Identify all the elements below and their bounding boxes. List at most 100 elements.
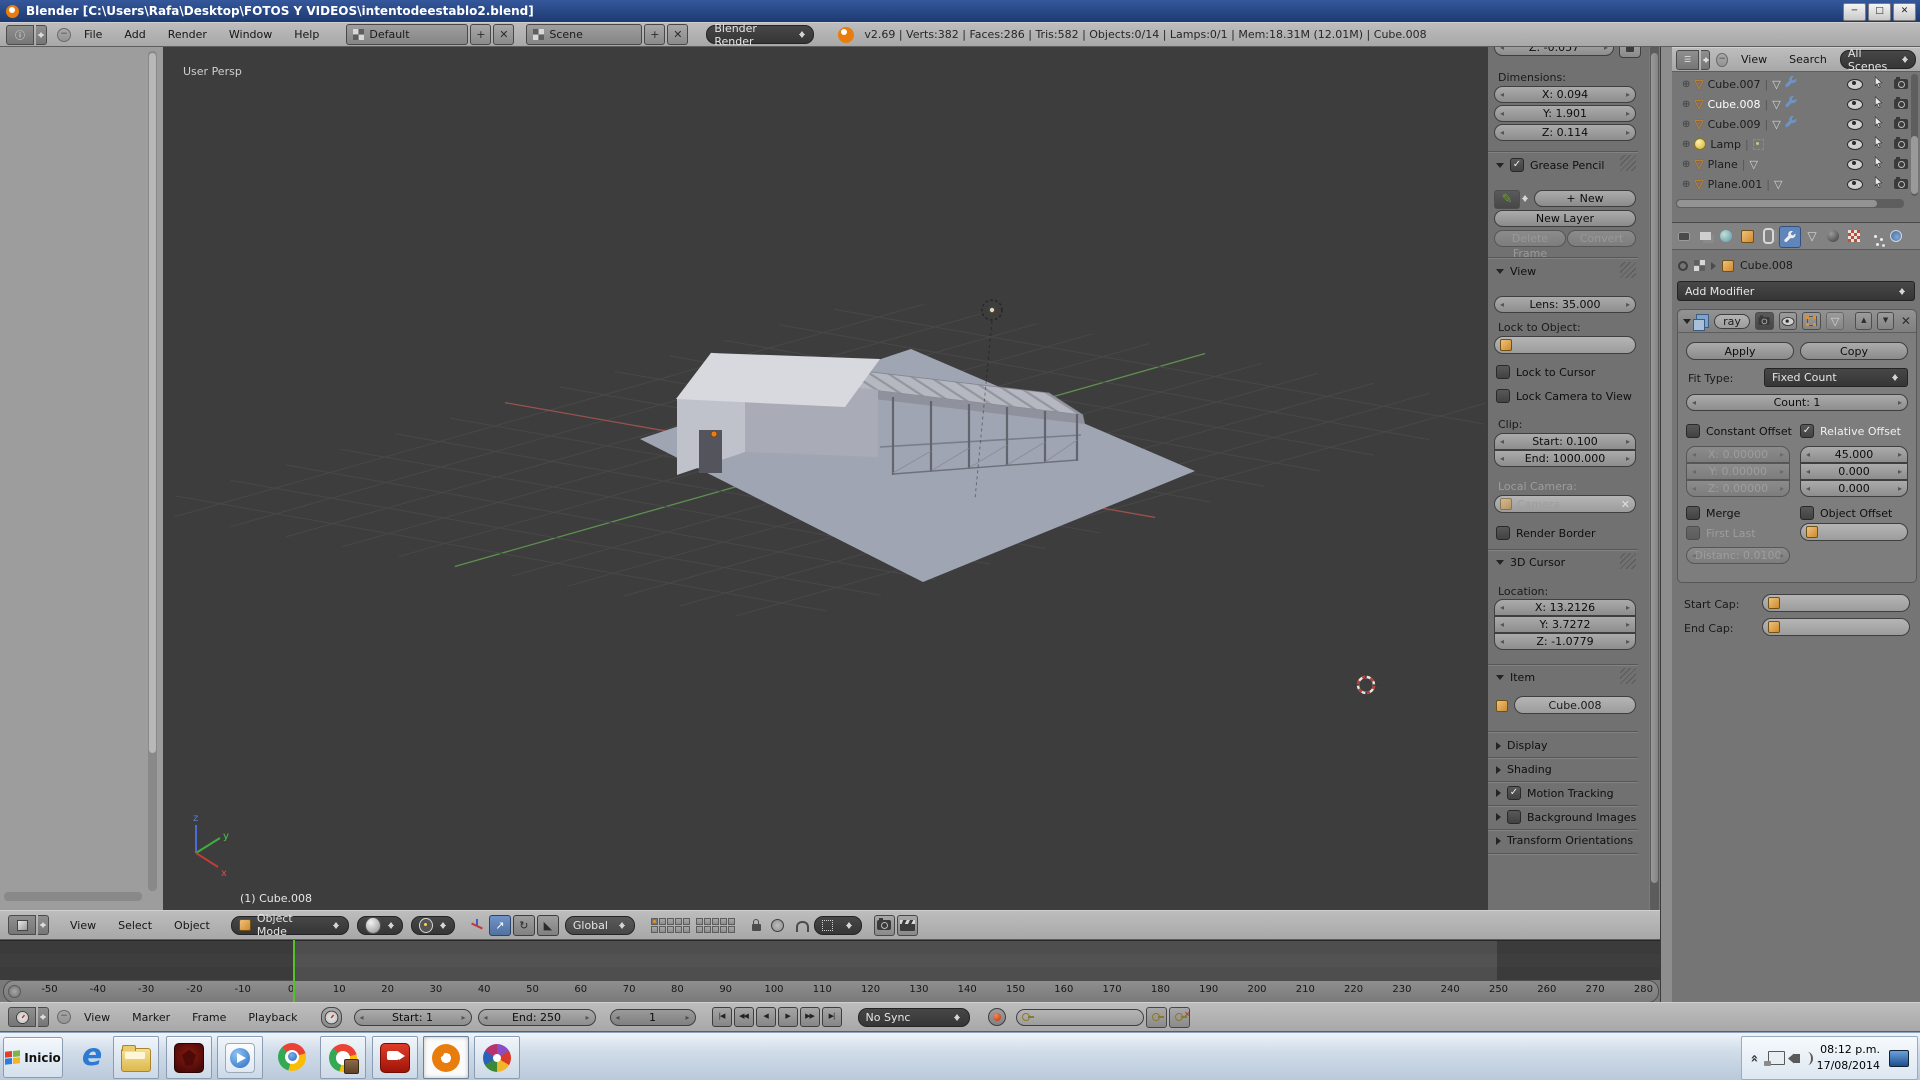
editor-type-chevrons-icon[interactable]	[38, 915, 49, 935]
panel-header-view[interactable]: View	[1496, 265, 1536, 278]
menu-playback[interactable]: Playback	[237, 1011, 308, 1024]
modifier-render-toggle[interactable]	[1755, 312, 1774, 330]
dimension-x-slider[interactable]: X: 0.094	[1494, 86, 1636, 103]
opengl-render-button[interactable]	[874, 915, 895, 936]
auto-keyframe-button[interactable]	[988, 1008, 1006, 1026]
outliner-row-plane.001[interactable]: ⊕▽Plane.001|▽	[1672, 174, 1920, 194]
expand-icon[interactable]: ⊕	[1682, 179, 1690, 190]
add-layout-button[interactable]: +	[470, 24, 491, 45]
relative-z-slider[interactable]: 0.000	[1800, 480, 1908, 497]
count-slider[interactable]: Count: 1	[1686, 394, 1908, 411]
lens-slider[interactable]: Lens: 35.000	[1494, 296, 1636, 313]
menu-render[interactable]: Render	[157, 28, 218, 41]
panel-grip-icon[interactable]	[1620, 262, 1636, 278]
fit-type-select[interactable]: Fixed Count	[1764, 368, 1908, 387]
editor-type-outliner-icon[interactable]: ☰	[1676, 50, 1699, 70]
delete-frame-button[interactable]: Delete Frame	[1494, 230, 1566, 247]
properties-tab-object-data[interactable]	[1802, 226, 1822, 246]
menu-window[interactable]: Window	[218, 28, 283, 41]
render-engine-select[interactable]: Blender Render	[706, 25, 814, 44]
outliner-row-lamp[interactable]: ⊕Lamp|	[1672, 134, 1920, 154]
taskbar-app-media-player[interactable]	[217, 1036, 263, 1079]
properties-tab-constraints[interactable]	[1758, 226, 1778, 246]
modifier-cage-toggle[interactable]: ▽	[1826, 312, 1845, 330]
delete-layout-button[interactable]: ✕	[493, 24, 514, 45]
expand-icon[interactable]: ⊕	[1682, 79, 1690, 90]
visibility-eye-icon[interactable]	[1847, 139, 1863, 150]
outliner-row-cube.007[interactable]: ⊕▽Cube.007|▽	[1672, 74, 1920, 94]
constant-z-slider[interactable]: Z: 0.00000	[1686, 480, 1790, 497]
lock-to-object-field[interactable]	[1494, 336, 1636, 354]
clip-start-slider[interactable]: Start: 0.100	[1494, 433, 1636, 450]
panel-header-transform-orientations[interactable]: Transform Orientations	[1496, 834, 1633, 847]
minimize-button[interactable]: ─	[1843, 3, 1866, 21]
properties-tab-modifiers[interactable]	[1779, 226, 1801, 248]
location-z-slider[interactable]: Z: -0.057	[1494, 47, 1614, 56]
snap-magnet-button[interactable]	[793, 916, 812, 935]
taskbar-app-file-explorer[interactable]	[113, 1036, 159, 1079]
opengl-render-anim-button[interactable]	[897, 915, 918, 936]
end-cap-field[interactable]	[1762, 618, 1910, 636]
collapse-menus-icon[interactable]: −	[57, 28, 71, 42]
add-modifier-select[interactable]: Add Modifier	[1677, 281, 1915, 301]
constant-y-slider[interactable]: Y: 0.00000	[1686, 463, 1790, 480]
3d-viewport[interactable]: z y x User Persp (1) Cube.008	[163, 47, 1487, 910]
local-camera-field[interactable]: Camera ✕	[1494, 495, 1636, 513]
modifier-viewport-toggle[interactable]	[1779, 312, 1798, 330]
taskbar-app-chrome-profile[interactable]	[320, 1036, 366, 1079]
move-modifier-up-button[interactable]: ▲	[1855, 312, 1872, 330]
menu-add[interactable]: Add	[113, 28, 156, 41]
properties-tab-material[interactable]	[1823, 226, 1843, 246]
properties-tab-render-layers[interactable]	[1695, 226, 1715, 246]
taskbar-app-chrome[interactable]	[270, 1036, 314, 1077]
manipulator-scale-button[interactable]: ◣	[537, 915, 559, 936]
menu-view[interactable]: View	[1730, 53, 1778, 66]
relative-offset-checkbox[interactable]	[1800, 424, 1814, 438]
lock-camera-row[interactable]: Lock Camera to View	[1496, 389, 1632, 403]
convert-button[interactable]: Convert	[1567, 230, 1636, 247]
panel-grip-icon[interactable]	[1620, 553, 1636, 569]
location-lock-button[interactable]	[1619, 47, 1641, 58]
expand-icon[interactable]: ⊕	[1682, 159, 1690, 170]
show-desktop-button[interactable]	[1889, 1050, 1909, 1067]
collapse-menus-icon[interactable]: −	[1716, 53, 1728, 67]
grease-pencil-new-button[interactable]: +New	[1534, 190, 1636, 207]
menu-frame[interactable]: Frame	[181, 1011, 237, 1024]
constant-x-slider[interactable]: X: 0.00000	[1686, 446, 1790, 463]
network-icon[interactable]	[1768, 1051, 1785, 1065]
clip-end-slider[interactable]: End: 1000.000	[1494, 450, 1636, 467]
layers-grid-right[interactable]	[696, 918, 735, 933]
menu-file[interactable]: File	[73, 28, 113, 41]
npanel-scrollbar[interactable]	[1650, 47, 1659, 910]
motion-tracking-checkbox[interactable]	[1507, 786, 1521, 800]
visibility-eye-icon[interactable]	[1847, 179, 1863, 190]
lock-layers-button[interactable]	[747, 916, 766, 935]
editor-type-timeline-icon[interactable]	[8, 1007, 36, 1027]
relative-offset-row[interactable]: Relative Offset	[1800, 424, 1901, 438]
object-offset-row[interactable]: Object Offset	[1800, 506, 1892, 520]
add-scene-button[interactable]: +	[644, 24, 665, 45]
play-reverse-button[interactable]: ◀	[756, 1007, 776, 1027]
panel-header-grease-pencil[interactable]: Grease Pencil	[1496, 158, 1604, 172]
constant-offset-row[interactable]: Constant Offset	[1686, 424, 1792, 438]
modifier-name-field[interactable]: ray	[1714, 314, 1750, 329]
play-button[interactable]: ▶	[778, 1007, 798, 1027]
manipulator-axis-icon[interactable]	[467, 916, 487, 935]
cursor-z-slider[interactable]: Z: -1.0779	[1494, 633, 1636, 650]
item-name-field[interactable]: Cube.008	[1514, 696, 1636, 714]
panel-header-item[interactable]: Item	[1496, 671, 1535, 684]
panel-header-display[interactable]: Display	[1496, 739, 1548, 752]
pivot-select[interactable]	[411, 916, 455, 935]
renderable-camera-icon[interactable]	[1894, 79, 1908, 89]
taskbar-app-picasa[interactable]	[474, 1036, 520, 1079]
offset-object-field[interactable]	[1800, 523, 1908, 541]
screen-layout-selector[interactable]: Default	[346, 24, 468, 45]
start-cap-field[interactable]	[1762, 594, 1910, 612]
selectable-cursor-icon[interactable]	[1872, 156, 1885, 172]
pin-icon[interactable]	[1678, 261, 1688, 271]
close-button[interactable]: ✕	[1893, 3, 1916, 21]
dimension-y-slider[interactable]: Y: 1.901	[1494, 105, 1636, 122]
selectable-cursor-icon[interactable]	[1872, 176, 1885, 192]
outliner-filter-select[interactable]: All Scenes	[1840, 50, 1916, 69]
menu-marker[interactable]: Marker	[121, 1011, 181, 1024]
